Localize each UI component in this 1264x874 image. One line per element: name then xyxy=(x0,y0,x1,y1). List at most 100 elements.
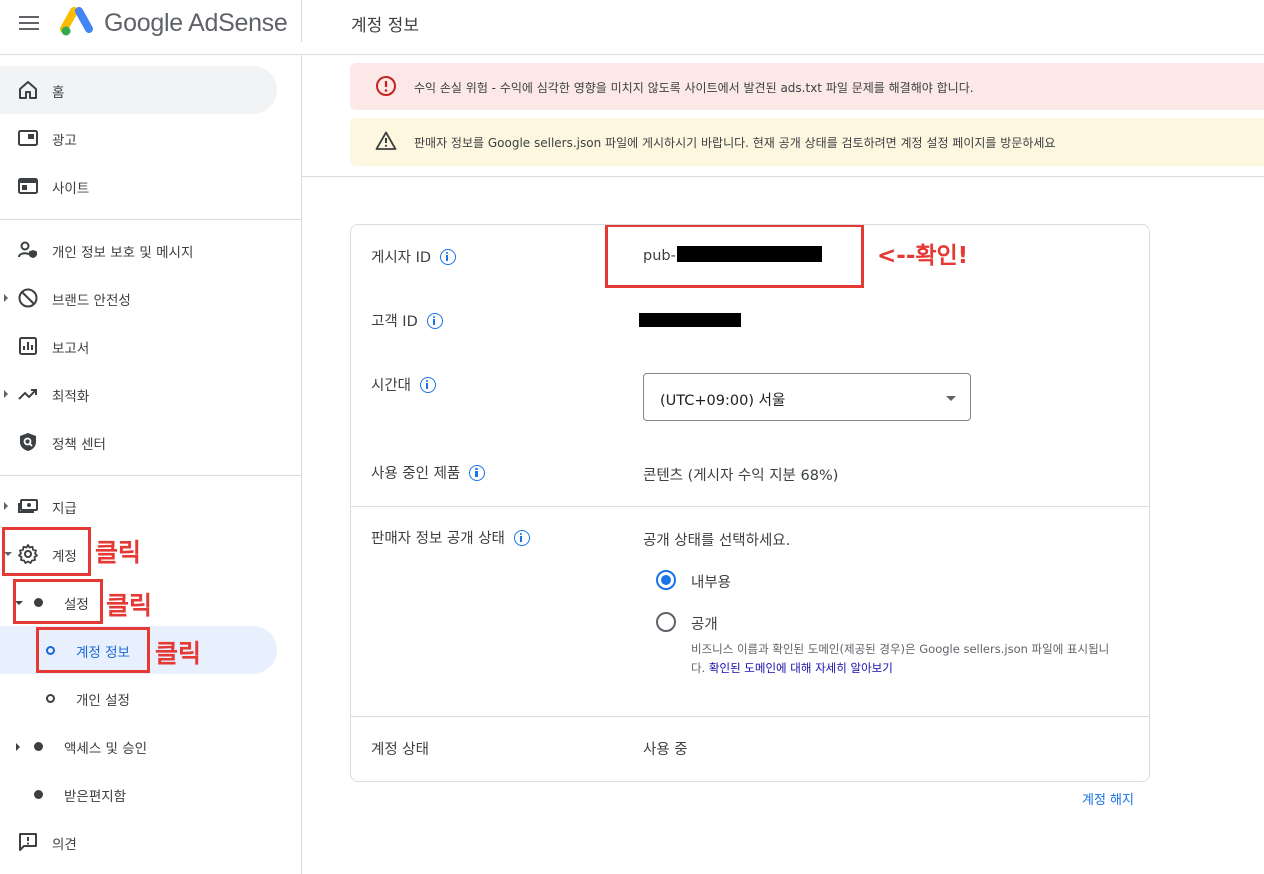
card-divider xyxy=(351,716,1149,717)
sidebar-item-inbox[interactable]: 받은편지함 xyxy=(0,770,277,818)
seller-visibility-label: 판매자 정보 공개 상태 xyxy=(371,527,530,548)
warning-triangle-icon xyxy=(375,131,397,150)
sidebar-item-brand-safety[interactable]: 브랜드 안전성 xyxy=(0,274,277,322)
bullet-icon xyxy=(34,790,43,799)
expand-caret-icon xyxy=(4,390,8,398)
privacy-icon xyxy=(18,241,37,258)
timezone-select-value: (UTC+09:00) 서울 xyxy=(660,393,786,409)
products-value: 콘텐츠 (게시자 수익 지분 68%) xyxy=(643,468,839,484)
timezone-label-text: 시간대 xyxy=(371,378,412,394)
sidebar-item-feedback[interactable]: 의견 xyxy=(0,818,277,866)
publisher-id-prefix: pub- xyxy=(643,248,676,264)
info-icon[interactable] xyxy=(469,464,486,481)
seller-visibility-label-text: 판매자 정보 공개 상태 xyxy=(371,531,505,547)
sidebar-item-label: 정책 센터 xyxy=(52,437,106,453)
seller-visibility-prompt: 공개 상태를 선택하세요. xyxy=(643,533,791,549)
policy-shield-icon xyxy=(20,433,36,451)
expand-caret-icon xyxy=(4,294,8,302)
brand-name: Google AdSense xyxy=(104,9,288,38)
sites-icon xyxy=(18,178,38,194)
verified-domain-help-link[interactable]: 확인된 도메인에 대해 자세히 알아보기 xyxy=(709,661,893,675)
timezone-select[interactable]: (UTC+09:00) 서울 xyxy=(643,373,971,421)
block-icon xyxy=(18,288,38,308)
sidebar-item-label: 지급 xyxy=(52,501,77,517)
sidebar-item-label: 의견 xyxy=(52,837,77,853)
bullet-icon xyxy=(34,742,43,751)
error-banner: 수익 손실 위험 - 수익에 심각한 영향을 미치지 않도록 사이트에서 발견된… xyxy=(350,63,1264,110)
sidebar-item-label: 브랜드 안전성 xyxy=(52,293,131,309)
radio-public[interactable] xyxy=(656,612,676,632)
radio-public-label[interactable]: 공개 xyxy=(691,613,718,634)
sidebar-item-label: 홈 xyxy=(52,85,65,101)
ring-bullet-icon xyxy=(46,694,55,703)
redacted-publisher-id xyxy=(677,246,822,262)
products-label: 사용 중인 제품 xyxy=(371,462,486,483)
sidebar-item-home[interactable]: 홈 xyxy=(0,66,277,114)
sidebar-item-label: 광고 xyxy=(52,133,77,149)
sidebar-nav: 홈 광고 사이트 개인 정보 보호 및 메시지 브랜드 안전성 보고서 최적화 … xyxy=(0,55,302,874)
info-icon[interactable] xyxy=(440,248,457,265)
brand-product: AdSense xyxy=(188,9,288,37)
annotation-box-account-info xyxy=(36,627,150,673)
sidebar-item-label: 받은편지함 xyxy=(64,789,127,805)
info-icon[interactable] xyxy=(420,376,437,393)
publisher-id-value: pub- xyxy=(643,248,676,264)
header-divider xyxy=(301,0,302,42)
main-menu-button[interactable] xyxy=(16,12,42,38)
annotation-click-account: 클릭 xyxy=(95,538,142,567)
publisher-id-label-text: 게시자 ID xyxy=(371,250,432,266)
sidebar-item-label: 개인 정보 보호 및 메시지 xyxy=(52,245,194,261)
brand-google: Google xyxy=(104,9,183,37)
sidebar-item-policy-center[interactable]: 정책 센터 xyxy=(0,418,277,466)
customer-id-label: 고객 ID xyxy=(371,310,443,331)
annotation-click-account-info: 클릭 xyxy=(155,639,202,668)
warning-banner: 판매자 정보를 Google sellers.json 파일에 게시하시기 바랍… xyxy=(350,118,1264,166)
sidebar-item-ads[interactable]: 광고 xyxy=(0,114,277,162)
products-label-text: 사용 중인 제품 xyxy=(371,466,461,482)
info-icon[interactable] xyxy=(513,529,530,546)
ads-icon xyxy=(18,130,38,146)
home-icon xyxy=(19,81,37,99)
annotation-click-settings: 클릭 xyxy=(106,591,153,620)
sidebar-divider xyxy=(0,219,301,220)
publisher-id-label: 게시자 ID xyxy=(371,246,457,267)
trending-up-icon xyxy=(18,389,37,400)
reports-icon xyxy=(19,337,37,355)
sidebar-item-payments[interactable]: 지급 xyxy=(0,482,277,530)
card-divider xyxy=(351,506,1149,507)
radio-internal-label[interactable]: 내부용 xyxy=(691,571,731,592)
sidebar-item-personal-settings[interactable]: 개인 설정 xyxy=(0,674,277,722)
payments-icon xyxy=(18,499,38,513)
account-status-label-text: 계정 상태 xyxy=(371,742,429,758)
seller-visibility-help: 비즈니스 이름과 확인된 도메인(제공된 경우)은 Google sellers… xyxy=(691,640,1111,678)
sidebar-item-privacy-messaging[interactable]: 개인 정보 보호 및 메시지 xyxy=(0,226,277,274)
account-status-label: 계정 상태 xyxy=(371,738,429,759)
account-status-value: 사용 중 xyxy=(643,742,688,758)
page-title: 계정 정보 xyxy=(351,16,419,36)
timezone-label: 시간대 xyxy=(371,374,437,395)
sidebar-item-label: 액세스 및 승인 xyxy=(64,741,148,757)
expand-caret-icon xyxy=(4,502,8,510)
top-app-bar: Google AdSense 계정 정보 xyxy=(0,0,1264,55)
annotation-box-settings xyxy=(13,579,103,624)
sidebar-item-sites[interactable]: 사이트 xyxy=(0,162,277,210)
content-divider xyxy=(302,176,1264,177)
feedback-icon xyxy=(19,833,37,851)
error-circle-icon xyxy=(376,76,396,96)
error-banner-text: 수익 손실 위험 - 수익에 심각한 영향을 미치지 않도록 사이트에서 발견된… xyxy=(414,81,974,95)
customer-id-label-text: 고객 ID xyxy=(371,314,418,330)
info-icon[interactable] xyxy=(426,312,443,329)
sidebar-item-label: 개인 설정 xyxy=(76,693,130,709)
sidebar-divider xyxy=(0,475,301,476)
expand-caret-icon xyxy=(16,743,20,751)
adsense-logo-icon xyxy=(60,7,93,36)
sidebar-item-label: 최적화 xyxy=(52,389,90,405)
sidebar-item-reports[interactable]: 보고서 xyxy=(0,322,277,370)
account-info-card: 게시자 ID pub- 고객 ID 시간대 (UTC+09:00) 서울 사용 … xyxy=(350,224,1150,782)
close-account-link[interactable]: 계정 해지 xyxy=(1082,789,1134,808)
sidebar-item-optimization[interactable]: 최적화 xyxy=(0,370,277,418)
annotation-box-account xyxy=(2,527,91,576)
radio-internal[interactable] xyxy=(656,570,676,590)
sidebar-item-access-authorization[interactable]: 액세스 및 승인 xyxy=(0,722,277,770)
redacted-customer-id xyxy=(639,313,741,327)
